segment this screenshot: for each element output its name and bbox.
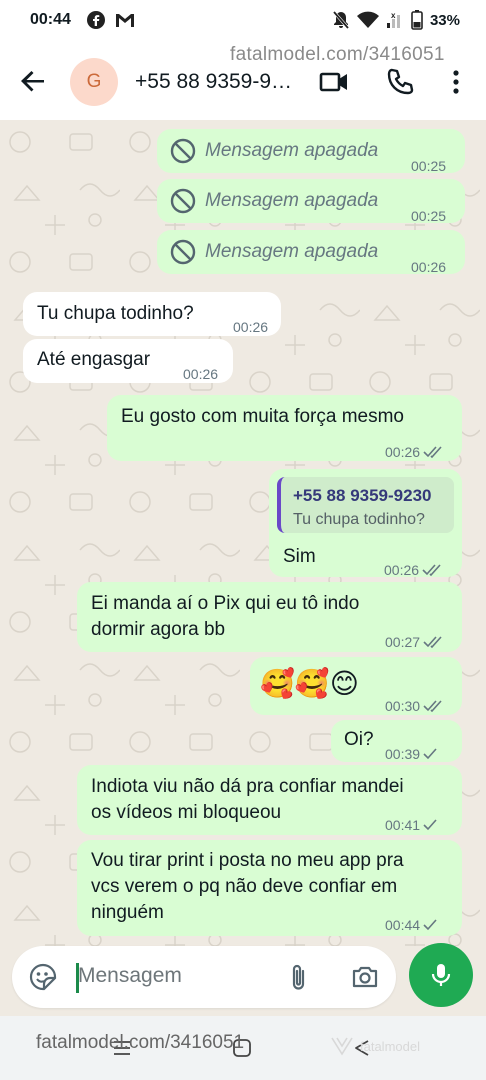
sticker-icon[interactable] bbox=[28, 962, 58, 992]
message-text-line-2: vcs verem o pq não deve confiar em bbox=[91, 876, 398, 897]
mute-icon bbox=[332, 11, 350, 29]
mic-icon bbox=[431, 964, 451, 986]
single-check-icon bbox=[423, 819, 437, 831]
message-time: 00:44 bbox=[385, 917, 421, 933]
message-text-line-1: Ei manda aí o Pix qui eu tô indo bbox=[91, 593, 360, 614]
message-emoji: 🥰🥰😊 bbox=[260, 668, 359, 699]
single-check-icon bbox=[423, 919, 437, 931]
wifi-icon bbox=[356, 11, 379, 28]
deleted-icon bbox=[170, 239, 196, 265]
double-check-icon bbox=[423, 700, 442, 712]
message-text: Eu gosto com muita força mesmo bbox=[121, 406, 404, 427]
message-text: Sim bbox=[283, 546, 316, 567]
message-text: Mensagem apagada bbox=[205, 140, 379, 161]
chat-header: fatalmodel.com/3416051 G +55 88 9359-9… bbox=[0, 42, 486, 120]
double-check-icon bbox=[422, 564, 441, 576]
facebook-icon bbox=[87, 11, 105, 29]
message-time: 00:25 bbox=[411, 208, 447, 224]
message-time: 00:26 bbox=[411, 259, 447, 275]
deleted-icon bbox=[170, 188, 196, 214]
message-bubble[interactable]: Mensagem apagada 00:26 bbox=[157, 230, 465, 275]
message-input-bar[interactable]: Mensagem bbox=[12, 946, 396, 1008]
gmail-icon bbox=[116, 14, 134, 27]
message-bubble[interactable]: +55 88 9359-9230 Tu chupa todinho? Sim 0… bbox=[269, 469, 462, 578]
message-text-line-1: Vou tirar print i posta no meu app pra bbox=[91, 850, 404, 871]
camera-icon[interactable] bbox=[350, 962, 380, 992]
message-text-line-2: dormir agora bb bbox=[91, 619, 226, 640]
navigation-bar: fatalmodel.com/3416051 fatalmodel bbox=[0, 1016, 486, 1080]
message-time: 00:26 bbox=[385, 444, 421, 460]
contact-name[interactable]: +55 88 9359-9… bbox=[135, 70, 292, 94]
message-text: Oi? bbox=[344, 729, 374, 750]
message-bubble[interactable]: Mensagem apagada 00:25 bbox=[157, 179, 465, 224]
message-bubble[interactable]: 🥰🥰😊 00:30 bbox=[250, 657, 462, 715]
message-time: 00:26 bbox=[384, 562, 420, 578]
message-text: Tu chupa todinho? bbox=[37, 303, 194, 324]
avatar-letter: G bbox=[86, 71, 102, 92]
message-time: 00:27 bbox=[385, 634, 421, 650]
more-options-icon[interactable] bbox=[440, 66, 472, 98]
watermark-logo-text: fatalmodel bbox=[360, 1038, 420, 1054]
quoted-text: Tu chupa todinho? bbox=[293, 511, 425, 528]
double-check-icon bbox=[423, 636, 442, 648]
watermark-bottom: fatalmodel.com/3416051 bbox=[36, 1032, 245, 1053]
voice-call-icon[interactable] bbox=[384, 66, 416, 98]
quoted-sender: +55 88 9359-9230 bbox=[293, 486, 432, 505]
message-input[interactable]: Mensagem bbox=[78, 964, 182, 988]
battery-percent: 33% bbox=[429, 11, 460, 29]
message-time: 00:25 bbox=[411, 158, 447, 174]
status-time: 00:44 bbox=[30, 11, 71, 28]
message-text: Mensagem apagada bbox=[205, 190, 379, 211]
message-bubble[interactable]: Indiota viu não dá pra confiar mandei os… bbox=[77, 765, 462, 835]
single-check-icon bbox=[423, 748, 437, 760]
attach-icon[interactable] bbox=[286, 962, 312, 992]
message-bubble[interactable]: Até engasgar 00:26 bbox=[23, 339, 233, 383]
back-arrow-icon[interactable] bbox=[18, 66, 48, 96]
message-text-line-3: ninguém bbox=[91, 902, 164, 923]
message-time: 00:26 bbox=[183, 366, 219, 382]
fatalmodel-logo-icon bbox=[331, 1037, 353, 1056]
message-bubble[interactable]: Mensagem apagada 00:25 bbox=[157, 129, 465, 174]
message-bubble[interactable]: Tu chupa todinho? 00:26 bbox=[23, 292, 281, 336]
message-time: 00:30 bbox=[385, 698, 421, 714]
battery-icon bbox=[411, 10, 423, 30]
message-time: 00:41 bbox=[385, 817, 421, 833]
avatar[interactable]: G bbox=[70, 58, 118, 106]
mic-button[interactable] bbox=[409, 943, 473, 1007]
message-text: Mensagem apagada bbox=[205, 241, 379, 262]
chat-area[interactable]: Mensagem apagada 00:25 Mensagem apagada … bbox=[0, 120, 486, 946]
message-text: Até engasgar bbox=[37, 349, 151, 370]
status-bar: 00:44 x 33% bbox=[0, 0, 486, 42]
deleted-icon bbox=[170, 138, 196, 164]
watermark-top: fatalmodel.com/3416051 bbox=[230, 44, 445, 65]
message-text-line-2: os vídeos mi bloqueou bbox=[91, 802, 282, 823]
message-time: 00:26 bbox=[233, 319, 269, 335]
message-time: 00:39 bbox=[385, 746, 421, 762]
message-bubble[interactable]: Eu gosto com muita força mesmo 00:26 bbox=[107, 395, 462, 461]
message-text-line-1: Indiota viu não dá pra confiar mandei bbox=[91, 776, 404, 797]
message-bubble[interactable]: Vou tirar print i posta no meu app pra v… bbox=[77, 840, 462, 936]
message-bubble[interactable]: Oi? 00:39 bbox=[331, 720, 462, 762]
message-bubble[interactable]: Ei manda aí o Pix qui eu tô indo dormir … bbox=[77, 582, 462, 652]
double-check-icon bbox=[423, 446, 442, 458]
video-call-icon[interactable] bbox=[318, 66, 350, 98]
signal-icon: x bbox=[386, 11, 400, 28]
quoted-message[interactable]: +55 88 9359-9230 Tu chupa todinho? bbox=[277, 477, 454, 533]
watermark-logo: fatalmodel bbox=[330, 1036, 420, 1056]
svg-text:x: x bbox=[391, 11, 396, 20]
